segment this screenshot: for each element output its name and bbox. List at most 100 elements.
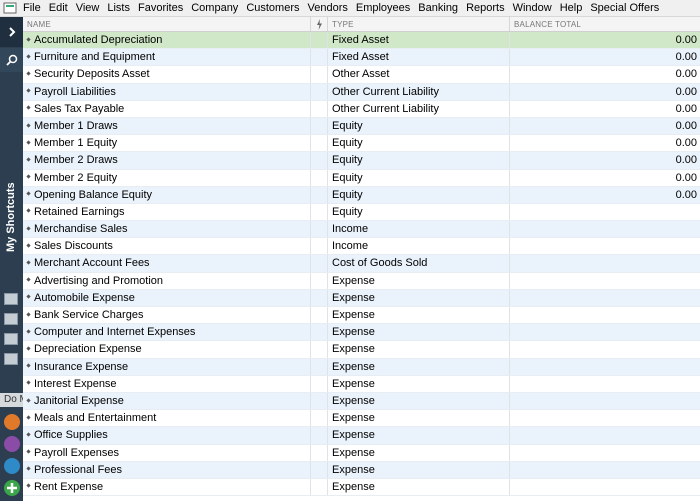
table-row[interactable]: Merchant Account Fees Cost of Goods Sold xyxy=(23,255,700,273)
menu-customers[interactable]: Customers xyxy=(242,1,303,16)
account-type: Income xyxy=(328,238,510,255)
app-menu-icon[interactable] xyxy=(3,1,17,15)
account-balance: 0.00 xyxy=(675,34,697,46)
table-row[interactable]: Member 1 Equity Equity 0.00 xyxy=(23,135,700,153)
account-name-cell: Interest Expense xyxy=(23,375,311,392)
table-row[interactable]: Opening Balance Equity Equity 0.00 xyxy=(23,186,700,204)
account-name: Member 1 Draws xyxy=(34,119,118,132)
account-name-cell: Depreciation Expense xyxy=(23,341,311,358)
table-row[interactable]: Advertising and Promotion Expense xyxy=(23,272,700,290)
table-row[interactable]: Furniture and Equipment Fixed Asset 0.00 xyxy=(23,49,700,67)
left-sidebar: My Shortcuts Do More xyxy=(0,17,23,501)
table-row[interactable]: Accumulated Depreciation Fixed Asset 0.00 xyxy=(23,32,700,50)
account-name: Member 2 Equity xyxy=(34,171,118,184)
menu-window[interactable]: Window xyxy=(509,1,556,16)
menu-reports[interactable]: Reports xyxy=(462,1,509,16)
online-flag-cell xyxy=(311,307,328,324)
table-row[interactable]: Merchandise Sales Income xyxy=(23,221,700,239)
table-row[interactable]: Automobile Expense Expense xyxy=(23,289,700,307)
account-name: Advertising and Promotion xyxy=(34,274,164,287)
table-row[interactable]: Interest Expense Expense xyxy=(23,375,700,393)
bullet-icon xyxy=(26,449,31,454)
menu-special-offers[interactable]: Special Offers xyxy=(586,1,663,16)
menu-vendors[interactable]: Vendors xyxy=(304,1,352,16)
account-type: Expense xyxy=(328,324,510,341)
account-balance xyxy=(510,376,700,392)
print-icon[interactable] xyxy=(4,458,20,474)
menu-company[interactable]: Company xyxy=(187,1,242,16)
account-balance: 0.00 xyxy=(675,119,697,132)
menu-file[interactable]: File xyxy=(19,1,45,16)
do-more-tab[interactable]: Do More xyxy=(0,393,23,407)
table-row[interactable]: Bank Service Charges Expense xyxy=(23,307,700,325)
account-balance: 0.00 xyxy=(675,85,697,98)
table-row[interactable]: Rent Expense Expense xyxy=(23,478,700,497)
table-row[interactable]: Sales Tax Payable Other Current Liability… xyxy=(23,100,700,118)
table-header: NAME TYPE BALANCE TOTAL xyxy=(23,17,700,32)
table-row[interactable]: Security Deposits Asset Other Asset 0.00 xyxy=(23,66,700,84)
table-row[interactable]: Office Supplies Expense xyxy=(23,427,700,445)
table-row[interactable]: Insurance Expense Expense xyxy=(23,358,700,376)
table-row[interactable]: Retained Earnings Equity xyxy=(23,203,700,222)
add-icon[interactable] xyxy=(4,480,20,496)
table-row[interactable]: Member 1 Draws Equity 0.00 xyxy=(23,117,700,136)
account-name: Furniture and Equipment xyxy=(34,51,156,64)
bullet-icon xyxy=(26,191,31,196)
account-name-cell: Payroll Liabilities xyxy=(23,83,311,100)
expand-sidebar-button[interactable] xyxy=(0,17,23,47)
table-row[interactable]: Payroll Liabilities Other Current Liabili… xyxy=(23,83,700,101)
shortcut-icon-2[interactable] xyxy=(4,313,18,325)
bullet-icon xyxy=(26,54,31,59)
credit-card-icon[interactable] xyxy=(4,436,20,452)
calendar-icon[interactable] xyxy=(4,414,20,430)
sidebar-title[interactable]: My Shortcuts xyxy=(1,162,21,272)
table-row[interactable]: Depreciation Expense Expense xyxy=(23,341,700,359)
account-type: Expense xyxy=(328,341,510,358)
menu-edit[interactable]: Edit xyxy=(45,1,72,16)
menu-employees[interactable]: Employees xyxy=(352,1,414,16)
online-flag-cell xyxy=(311,461,328,478)
account-name: Computer and Internet Expenses xyxy=(34,326,196,339)
account-name-cell: Merchant Account Fees xyxy=(23,255,311,272)
table-row[interactable]: Janitorial Expense Expense xyxy=(23,392,700,411)
shortcut-icon-1[interactable] xyxy=(4,293,18,305)
shortcut-icon-4[interactable] xyxy=(4,353,18,365)
column-header-online[interactable] xyxy=(311,17,328,31)
sidebar-search-button[interactable] xyxy=(0,48,23,72)
table-row[interactable]: Member 2 Equity Equity 0.00 xyxy=(23,169,700,187)
bullet-icon xyxy=(26,466,31,471)
account-type: Expense xyxy=(328,289,510,306)
bullet-icon xyxy=(26,243,31,248)
online-flag-cell xyxy=(311,444,328,461)
menu-banking[interactable]: Banking xyxy=(414,1,462,16)
bullet-icon xyxy=(26,346,31,351)
account-name: Payroll Expenses xyxy=(34,446,119,459)
menu-view[interactable]: View xyxy=(72,1,104,16)
table-row[interactable]: Meals and Entertainment Expense xyxy=(23,410,700,428)
account-type: Equity xyxy=(328,169,510,186)
online-flag-cell xyxy=(311,117,328,135)
column-header-name[interactable]: NAME xyxy=(23,17,311,31)
bullet-icon xyxy=(26,208,31,214)
column-header-type[interactable]: TYPE xyxy=(328,17,510,31)
table-row[interactable]: Payroll Expenses Expense xyxy=(23,444,700,462)
account-balance xyxy=(510,324,700,340)
menu-favorites[interactable]: Favorites xyxy=(134,1,187,16)
account-name: Meals and Entertainment xyxy=(34,412,157,425)
menu-help[interactable]: Help xyxy=(556,1,587,16)
account-name: Member 1 Equity xyxy=(34,137,118,150)
account-type: Other Current Liability xyxy=(328,83,510,100)
shortcut-icon-3[interactable] xyxy=(4,333,18,345)
table-row[interactable]: Professional Fees Expense xyxy=(23,461,700,479)
column-header-balance[interactable]: BALANCE TOTAL xyxy=(510,17,700,31)
account-name: Sales Tax Payable xyxy=(34,102,125,115)
table-row[interactable]: Member 2 Draws Equity 0.00 xyxy=(23,152,700,170)
account-type: Equity xyxy=(328,152,510,169)
account-name-cell: Computer and Internet Expenses xyxy=(23,324,311,341)
online-flag-cell xyxy=(311,100,328,117)
table-row[interactable]: Sales Discounts Income xyxy=(23,238,700,256)
online-flag-cell xyxy=(311,83,328,100)
account-balance xyxy=(510,427,700,443)
menu-lists[interactable]: Lists xyxy=(103,1,134,16)
table-row[interactable]: Computer and Internet Expenses Expense xyxy=(23,324,700,342)
